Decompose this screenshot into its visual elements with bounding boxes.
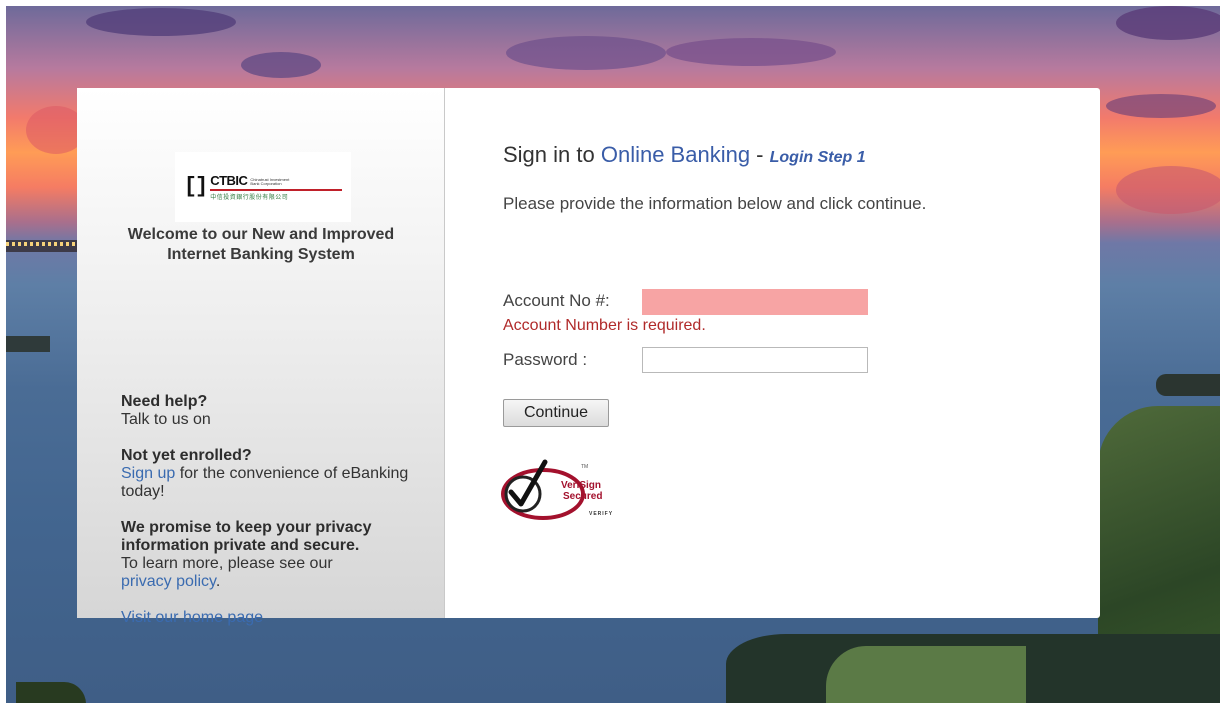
- verisign-seal[interactable]: VeriSign Secured VERIFY TM: [501, 456, 651, 526]
- title-highlight: Online Banking: [600, 142, 751, 167]
- account-error-message: Account Number is required.: [503, 317, 706, 334]
- cloud: [86, 8, 236, 36]
- welcome-text: Welcome to our New and Improved Internet…: [127, 226, 395, 263]
- title-separator: -: [750, 142, 770, 167]
- cloud: [666, 38, 836, 66]
- instructions: Please provide the information below and…: [503, 194, 927, 213]
- enroll-heading: Not yet enrolled?: [121, 447, 252, 464]
- seal-line2: Secured: [563, 491, 603, 502]
- privacy-heading: We promise to keep your privacy informat…: [121, 519, 372, 554]
- cloud: [1106, 94, 1216, 118]
- info-panel: [] CTBIC Chinatrust Investment Bank Corp…: [77, 88, 445, 626]
- help-text: Talk to us on: [121, 411, 211, 428]
- password-label: Password :: [503, 350, 588, 369]
- shoreline-grass: [826, 646, 1026, 703]
- help-heading: Need help?: [121, 393, 208, 410]
- login-step: Login Step 1: [769, 149, 866, 166]
- login-card: [] CTBIC Chinatrust Investment Bank Corp…: [77, 88, 1100, 626]
- page-title: Sign in to Online Banking - Login Step 1: [503, 142, 866, 168]
- rocks: [1156, 374, 1220, 396]
- account-number-input[interactable]: [642, 289, 868, 315]
- continue-button[interactable]: Continue: [503, 399, 609, 427]
- privacy-text: To learn more, please see our: [121, 555, 333, 572]
- account-label: Account No #:: [503, 291, 610, 310]
- login-form-panel: Sign in to Online Banking - Login Step 1…: [445, 88, 1100, 618]
- bank-logo: [] CTBIC Chinatrust Investment Bank Corp…: [175, 152, 351, 222]
- logo-chinese: 中信投資銀行股份有限公司: [210, 194, 289, 201]
- signup-link[interactable]: Sign up: [121, 465, 175, 482]
- pier-lights: [6, 242, 78, 246]
- privacy-tail: .: [215, 573, 221, 590]
- password-input[interactable]: [642, 347, 868, 373]
- logo-name: CTBIC: [210, 172, 248, 188]
- seal-tm: TM: [581, 464, 589, 470]
- logo-english: Chinatrust Investment Bank Corporation: [250, 176, 290, 187]
- jetty: [6, 336, 50, 352]
- privacy-policy-link[interactable]: privacy policy: [121, 573, 216, 590]
- cloud: [1116, 6, 1220, 40]
- palm-silhouette: [16, 682, 86, 703]
- home-page-link[interactable]: Visit our home page: [121, 609, 263, 626]
- help-section: Need help? Talk to us on Not yet enrolle…: [121, 393, 421, 645]
- title-prefix: Sign in to: [503, 142, 601, 167]
- seal-verify: VERIFY: [589, 511, 614, 517]
- cloud: [241, 52, 321, 78]
- logo-mark: []: [183, 174, 208, 199]
- seal-line1: VeriSign: [561, 480, 602, 491]
- cloud: [1116, 166, 1220, 214]
- cloud: [506, 36, 666, 70]
- logo-rule: [210, 188, 343, 191]
